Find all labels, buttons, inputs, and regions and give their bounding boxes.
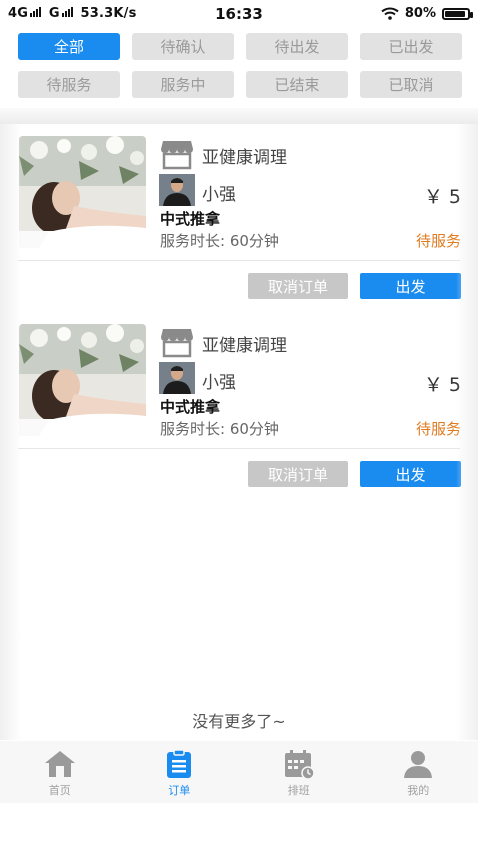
nav-label-profile: 我的 (407, 784, 430, 797)
user-icon (404, 751, 433, 778)
store-icon (161, 329, 193, 358)
tab-pending-depart[interactable]: 待出发 (246, 33, 348, 60)
nav-item-schedule[interactable]: 排班 (239, 741, 359, 803)
service-name: 中式推拿 (160, 398, 221, 416)
status-right: 80% (381, 6, 473, 21)
battery-percent: 80% (404, 6, 436, 21)
nav-item-profile[interactable]: 我的 (359, 741, 478, 803)
cancel-order-button[interactable]: 取消订单 (248, 273, 348, 299)
order-status-tabs: 全部 待确认 待出发 已出发 待服务 服务中 已结束 已取消 (18, 33, 462, 98)
status-badge: 待服务 (415, 232, 461, 250)
tab-cancelled[interactable]: 已取消 (360, 71, 462, 98)
end-of-list-text: 没有更多了~ (192, 712, 286, 731)
avatar (159, 174, 195, 206)
service-thumbnail (19, 136, 146, 248)
order-card[interactable]: 亚健康调理 小强 ￥ 5 中式推拿 服务时长: 60分钟 待服务 取消订单 出发 (0, 124, 478, 312)
tab-finished[interactable]: 已结束 (246, 71, 348, 98)
staff-name: 小强 (202, 185, 236, 205)
avatar (159, 362, 195, 394)
nav-label-schedule: 排班 (287, 784, 310, 797)
section-divider (0, 108, 478, 124)
order-list-screen: 4G G 53.3K/s 16:33 80% 全部 待确认 待出发 已出发 待服… (0, 0, 478, 850)
depart-button[interactable]: 出发 (360, 461, 461, 487)
bottom-nav: 首页 订单 排班 我的 (0, 741, 478, 803)
service-duration: 服务时长: 60分钟 (160, 232, 279, 250)
tab-in-service[interactable]: 服务中 (132, 71, 234, 98)
store-icon (161, 141, 193, 170)
clipboard-icon (167, 749, 192, 778)
divider (18, 448, 460, 449)
tab-departed[interactable]: 已出发 (360, 33, 462, 60)
home-icon (44, 751, 75, 777)
order-list: 亚健康调理 小强 ￥ 5 中式推拿 服务时长: 60分钟 待服务 取消订单 出发 (0, 124, 478, 500)
order-card[interactable]: 亚健康调理 小强 ￥ 5 中式推拿 服务时长: 60分钟 待服务 取消订单 出发 (0, 312, 478, 500)
nav-label-orders: 订单 (168, 784, 191, 797)
depart-button[interactable]: 出发 (360, 273, 461, 299)
service-duration: 服务时长: 60分钟 (160, 420, 279, 438)
order-price: ￥ 5 (423, 374, 461, 396)
tab-pending-service[interactable]: 待服务 (18, 71, 120, 98)
status-badge: 待服务 (415, 420, 461, 438)
service-name: 中式推拿 (160, 210, 221, 228)
nav-item-home[interactable]: 首页 (0, 741, 120, 803)
tab-all[interactable]: 全部 (18, 33, 120, 60)
battery-icon (442, 7, 473, 20)
status-bar: 4G G 53.3K/s 16:33 80% (0, 0, 478, 30)
cancel-order-button[interactable]: 取消订单 (248, 461, 348, 487)
nav-label-home: 首页 (48, 784, 71, 797)
divider (18, 260, 460, 261)
nav-item-orders[interactable]: 订单 (120, 741, 240, 803)
calendar-icon (284, 750, 315, 779)
order-price: ￥ 5 (423, 186, 461, 208)
wifi-icon (381, 7, 399, 20)
store-name: 亚健康调理 (202, 148, 287, 168)
service-thumbnail (19, 324, 146, 436)
store-name: 亚健康调理 (202, 336, 287, 356)
tab-pending-confirm[interactable]: 待确认 (132, 33, 234, 60)
staff-name: 小强 (202, 373, 236, 393)
